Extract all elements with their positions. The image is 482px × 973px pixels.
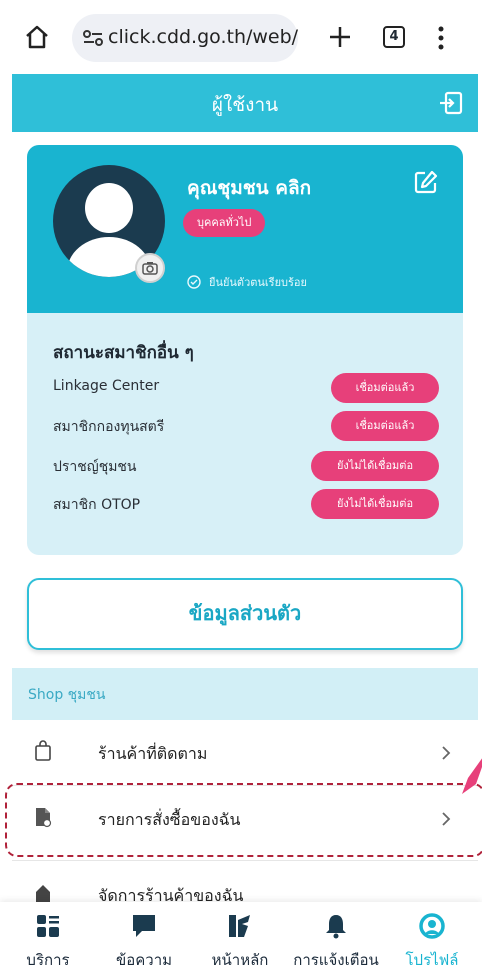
nav-item-home[interactable]: หน้าหลัก (192, 910, 288, 970)
user-type-badge: บุคคลทั่วไป (183, 209, 266, 237)
nav-label: โปรไฟล์ (405, 951, 459, 969)
shopping-bag-icon (35, 740, 51, 761)
services-grid-icon (37, 915, 59, 937)
highlight-annotation (5, 783, 482, 857)
store-icon (36, 885, 50, 902)
membership-label: Linkage Center (53, 378, 160, 394)
user-name: คุณชุมชน คลิก (187, 177, 312, 199)
membership-title: สถานะสมาชิกอื่น ๆ (53, 343, 194, 363)
membership-status-button[interactable]: เชื่อมต่อแล้ว (331, 373, 439, 403)
divider (12, 860, 478, 861)
membership-status-button[interactable]: ยังไม่ได้เชื่อมต่อ (311, 451, 439, 481)
address-bar[interactable]: click.cdd.go.th/web/ (72, 14, 298, 62)
profile-card: คุณชุมชน คลิก บุคคลทั่วไป ยืนยันตัวตนเรี… (27, 145, 463, 555)
home-logo-icon (229, 915, 250, 937)
check-circle-icon (187, 275, 201, 289)
shop-item-followed-stores[interactable]: ร้านค้าที่ติดตาม (12, 722, 478, 784)
profile-icon (419, 913, 445, 939)
shop-item-label: ร้านค้าที่ติดตาม (98, 744, 208, 763)
camera-icon[interactable] (135, 253, 165, 283)
site-settings-icon[interactable] (82, 29, 104, 47)
nav-item-notifications[interactable]: การแจ้งเตือน (288, 910, 384, 970)
nav-label: การแจ้งเตือน (293, 951, 379, 969)
nav-item-profile[interactable]: โปรไฟล์ (384, 910, 480, 970)
new-tab-icon[interactable] (325, 22, 355, 52)
membership-row-otop: สมาชิก OTOP ยังไม่ได้เชื่อมต่อ (53, 489, 439, 519)
bottom-navigation: บริการ ข้อความ หน้าหลัก การแจ้งเตือน โปร… (0, 902, 482, 973)
chevron-right-icon (442, 746, 451, 760)
membership-label: สมาชิกกองทุนสตรี (53, 419, 165, 435)
nav-item-messages[interactable]: ข้อความ (96, 910, 192, 970)
verified-status: ยืนยันตัวตนเรียบร้อย (187, 273, 307, 291)
personal-info-button[interactable]: ข้อมูลส่วนตัว (27, 578, 463, 650)
shop-section-title: Shop ชุมชน (28, 687, 106, 703)
profile-summary: คุณชุมชน คลิก บุคคลทั่วไป ยืนยันตัวตนเรี… (27, 145, 463, 313)
membership-row-linkage: Linkage Center เชื่อมต่อแล้ว (53, 373, 439, 403)
edit-profile-icon[interactable] (413, 169, 439, 195)
nav-item-services[interactable]: บริการ (0, 910, 96, 970)
more-options-icon[interactable] (436, 24, 446, 52)
nav-label: บริการ (26, 951, 70, 969)
app-header: ผู้ใช้งาน (12, 74, 478, 132)
bell-icon (326, 915, 346, 939)
message-icon (133, 915, 155, 937)
browser-toolbar: click.cdd.go.th/web/ 4 (0, 0, 482, 74)
nav-label: หน้าหลัก (211, 951, 269, 969)
membership-status-button[interactable]: ยังไม่ได้เชื่อมต่อ (311, 489, 439, 519)
membership-label: สมาชิก OTOP (53, 497, 141, 513)
pointer-arrow-icon (462, 758, 482, 794)
membership-status-button[interactable]: เชื่อมต่อแล้ว (331, 411, 439, 441)
membership-row-women-fund: สมาชิกกองทุนสตรี เชื่อมต่อแล้ว (53, 411, 439, 441)
home-icon[interactable] (24, 24, 50, 50)
logout-icon[interactable] (438, 90, 464, 116)
verified-text: ยืนยันตัวตนเรียบร้อย (209, 276, 307, 289)
tab-count-button[interactable]: 4 (383, 26, 405, 48)
nav-label: ข้อความ (115, 951, 173, 969)
shop-section-header: Shop ชุมชน (12, 668, 478, 720)
page-title: ผู้ใช้งาน (211, 94, 279, 116)
membership-row-sage: ปราชญ์ชุมชน ยังไม่ได้เชื่อมต่อ (53, 451, 439, 481)
membership-label: ปราชญ์ชุมชน (53, 459, 137, 475)
url-text: click.cdd.go.th/web/ (108, 26, 299, 48)
